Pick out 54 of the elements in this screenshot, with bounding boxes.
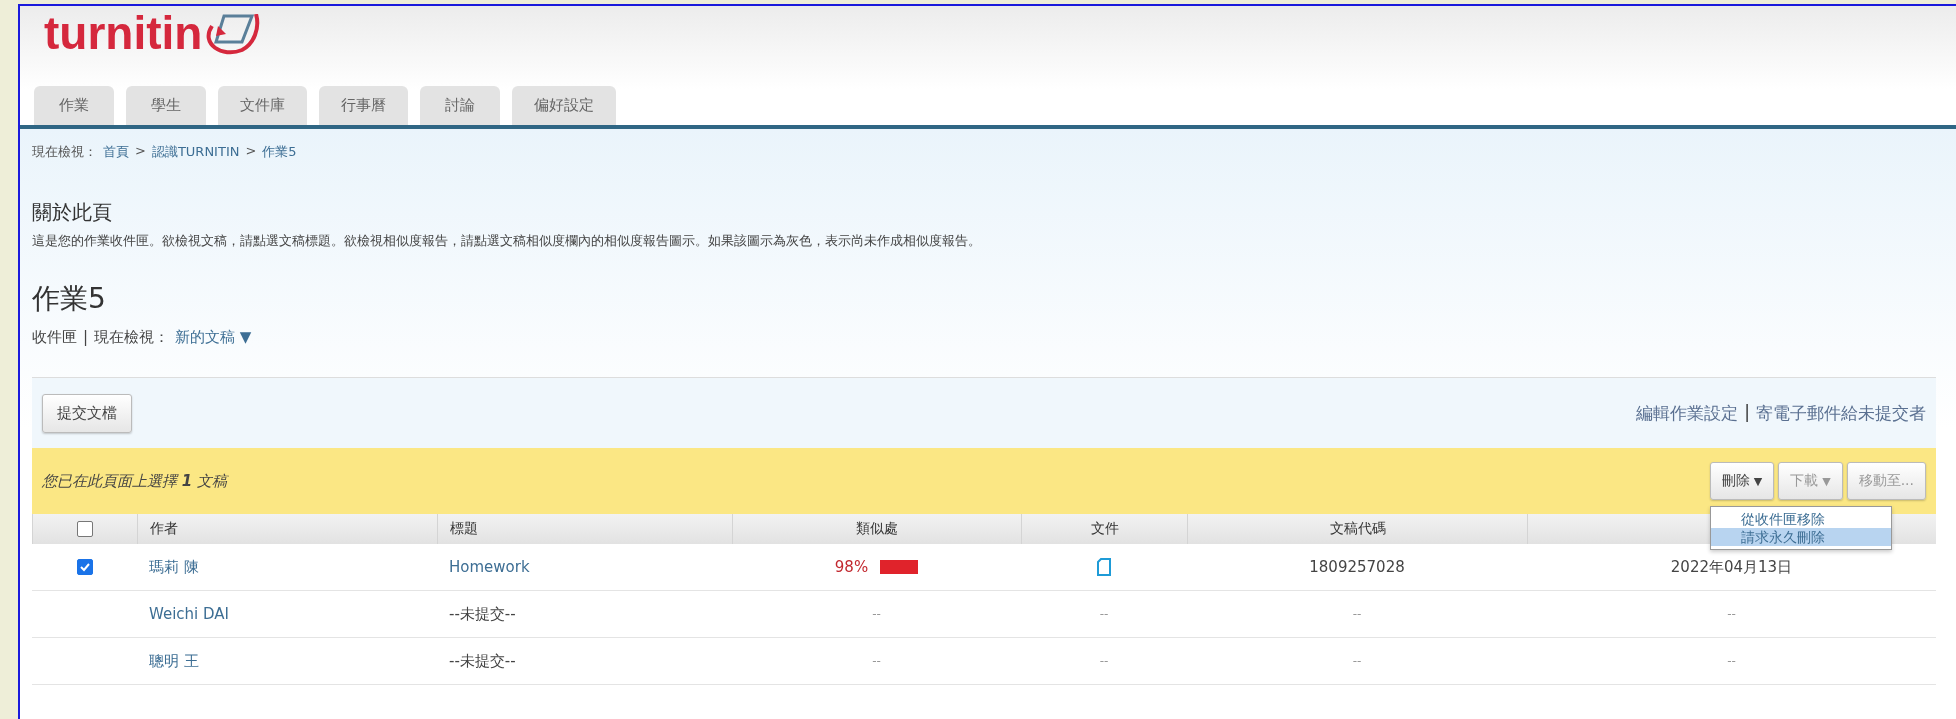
view-dropdown[interactable]: 新的文稿 ▼ [175,328,252,347]
table-cell: -- [1099,607,1109,621]
nav-tab[interactable]: 行事曆 [319,86,408,125]
table-cell: -- [872,654,881,668]
paper-title: --未提交-- [449,651,516,671]
logo-text: turnitin [44,10,203,56]
select-all-checkbox[interactable] [77,521,93,537]
menu-item[interactable]: 請求永久刪除 [1710,528,1891,546]
author-link[interactable]: 聰明 王 [149,651,199,671]
column-header[interactable]: 類似處 [856,520,898,538]
paper-id: -- [1352,607,1362,621]
date-cell: -- [1727,607,1736,621]
separator: | [83,328,89,347]
menu-item[interactable]: 從收件匣移除 [1710,510,1891,528]
toolbar-link[interactable]: 編輯作業設定 [1636,401,1739,425]
nav-tab[interactable]: 作業 [34,86,114,125]
assignment-title: 作業5 [32,281,107,317]
nav-tab[interactable]: 偏好設定 [512,86,616,125]
inbox-label: 收件匣 [32,328,77,347]
paper-title: --未提交-- [449,604,516,624]
similarity-report-icon[interactable] [880,560,919,574]
document-icon[interactable] [1097,558,1111,576]
column-header[interactable]: 作者 [150,520,178,538]
nav-tab[interactable]: 討論 [420,86,500,125]
section-heading: 關於此頁 [32,199,113,226]
paper-title-link[interactable]: Homework [449,558,530,576]
breadcrumb-separator: > [135,143,146,160]
date-cell: -- [1727,654,1736,668]
similarity-score[interactable]: 98% [834,558,869,576]
toolbar-link[interactable]: 寄電子郵件給未提交者 [1756,401,1926,425]
table-cell: -- [1099,654,1109,668]
author-link[interactable]: Weichi DAI [149,605,229,623]
breadcrumb-label: 現在檢視： [32,143,97,161]
submit-button[interactable]: 提交文檔 [42,393,132,433]
table-cell: -- [872,607,881,621]
date-cell: 2022年04月13日 [1670,557,1793,577]
viewing-label: 現在檢視： [94,328,170,347]
breadcrumb-link[interactable]: 作業5 [262,143,297,161]
selection-message: 您已在此頁面上選擇 1 文稿 [42,471,227,491]
column-header[interactable]: 標題 [450,520,478,538]
column-header[interactable]: 文稿代碼 [1329,520,1386,538]
page-description: 這是您的作業收件匣。欲檢視文稿，請點選文稿標題。欲檢視相似度報告，請點選文稿相似度欄內的相似度報告圖示。如果該圖示為灰色，表示尚未作成相似度報告。 [32,232,982,250]
breadcrumb-link[interactable]: 認識TURNITIN [151,143,240,161]
row-checkbox[interactable] [76,559,93,575]
breadcrumb-link[interactable]: 首頁 [103,143,129,161]
author-link[interactable]: 瑪莉 陳 [149,557,199,577]
separator: | [1744,401,1750,424]
paper-id: 1809257028 [1309,558,1405,576]
column-header[interactable]: 文件 [1090,520,1119,538]
nav-tab[interactable]: 學生 [126,86,206,125]
breadcrumb-separator: > [245,143,257,160]
nav-tab[interactable]: 文件庫 [218,86,307,125]
paper-id: -- [1352,654,1362,668]
action-button[interactable]: 刪除 ▼ [1709,462,1775,500]
